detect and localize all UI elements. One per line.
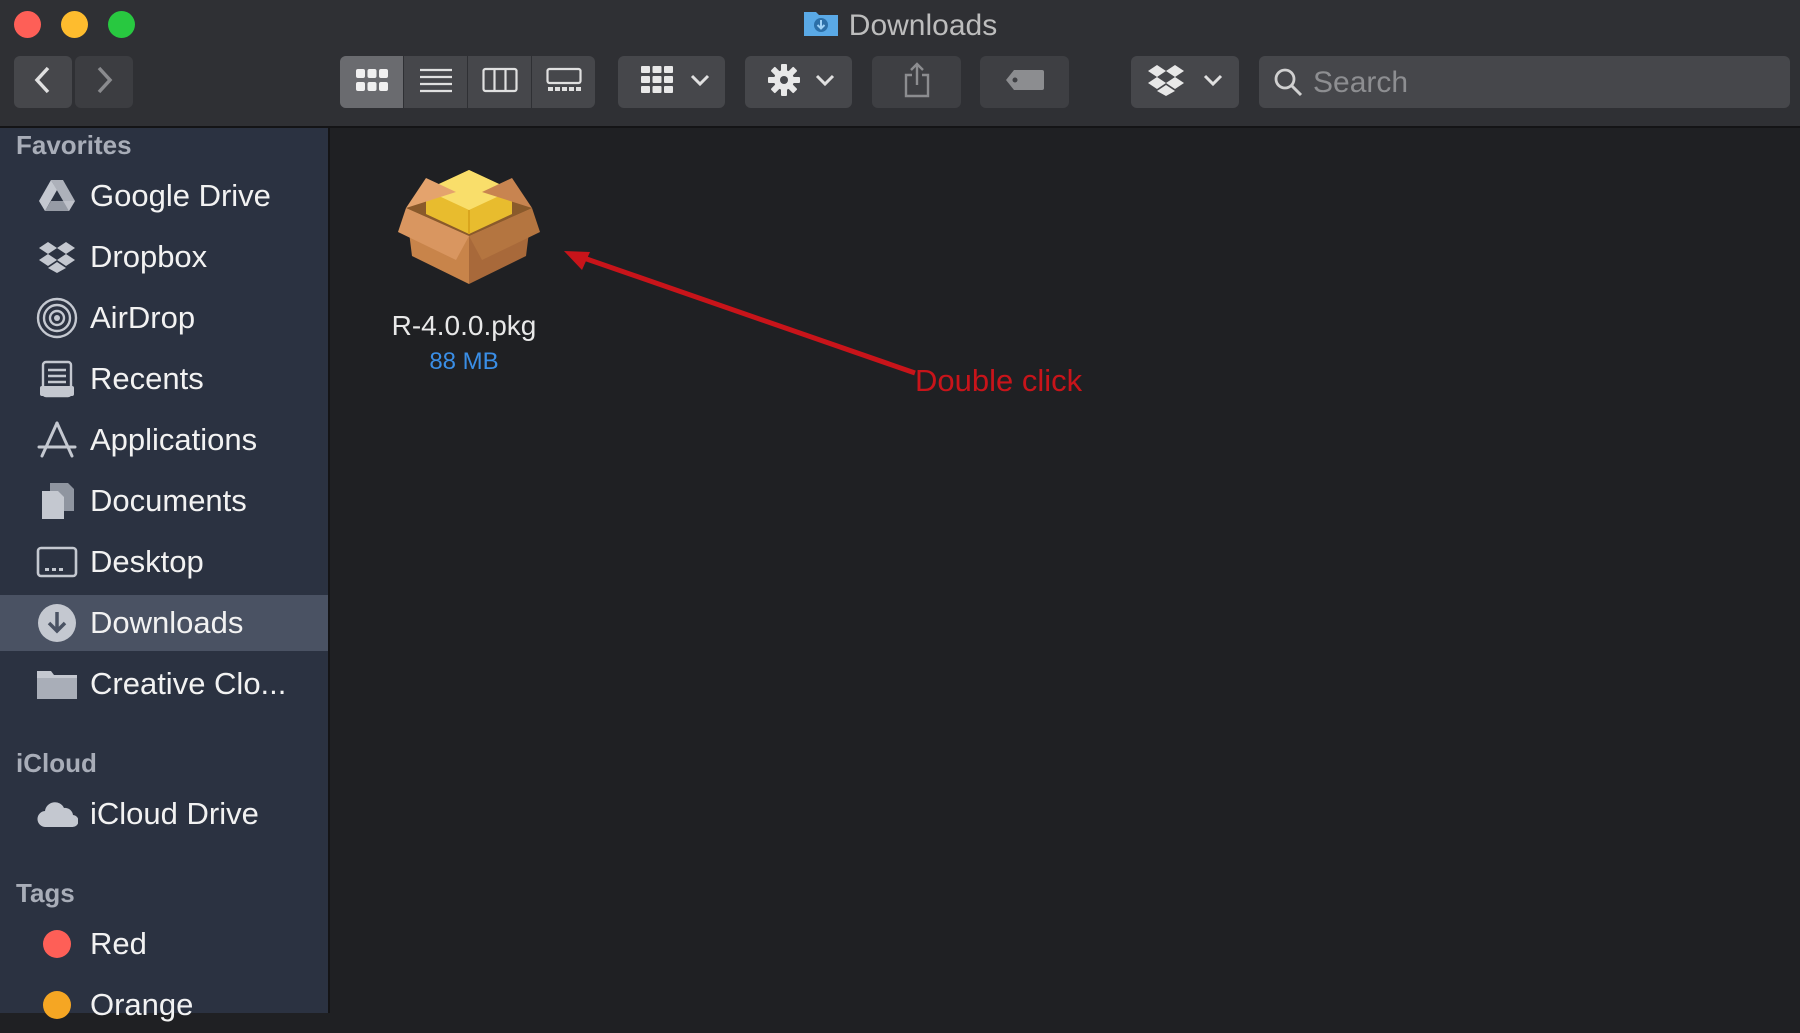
- back-button[interactable]: [14, 56, 72, 108]
- sidebar-item-label: Red: [90, 926, 147, 961]
- documents-icon: [36, 481, 78, 521]
- list-view-button[interactable]: [404, 56, 468, 108]
- sidebar-item-label: Google Drive: [90, 178, 271, 213]
- sidebar-item-downloads[interactable]: Downloads: [0, 595, 328, 651]
- sidebar-item-label: Downloads: [90, 605, 244, 640]
- window-title: Downloads: [0, 6, 1800, 48]
- chevron-right-icon: [93, 65, 115, 100]
- window-title-text: Downloads: [848, 9, 998, 42]
- dropbox-menu-button[interactable]: [1131, 56, 1239, 108]
- recents-icon: [36, 359, 78, 399]
- view-mode-control: [340, 56, 595, 108]
- file-item[interactable]: R-4.0.0.pkg 88 MB: [364, 150, 564, 390]
- forward-button[interactable]: [75, 56, 133, 108]
- tags-header: Tags: [16, 878, 75, 908]
- sidebar-item-applications[interactable]: Applications: [0, 412, 328, 468]
- finder-window: Downloads Search Favorites Google Drive …: [0, 0, 1800, 1022]
- chevron-down-icon: [815, 73, 835, 92]
- desktop-icon: [36, 542, 78, 582]
- sidebar-item-recents[interactable]: Recents: [0, 351, 328, 407]
- sidebar-item-label: Creative Clo...: [90, 666, 287, 701]
- sidebar-item-label: Recents: [90, 361, 204, 396]
- favorites-header: Favorites: [16, 130, 132, 160]
- sidebar-item-documents[interactable]: Documents: [0, 473, 328, 529]
- google-drive-icon: [36, 176, 78, 216]
- file-size: 88 MB: [429, 348, 499, 375]
- group-by-button[interactable]: [618, 56, 725, 108]
- group-grid-icon: [640, 65, 674, 100]
- icon-view-button[interactable]: [340, 56, 404, 108]
- sidebar-tag-red[interactable]: Red: [0, 916, 328, 972]
- file-name: R-4.0.0.pkg: [391, 310, 537, 341]
- dropbox-icon: [1147, 63, 1185, 102]
- search-icon: [1273, 67, 1303, 102]
- sidebar-item-label: iCloud Drive: [90, 796, 259, 831]
- annotation-arrow-icon: [564, 251, 916, 376]
- downloads-icon: [36, 603, 78, 643]
- downloads-folder-icon: [803, 7, 839, 48]
- search-input[interactable]: [1311, 56, 1775, 110]
- file-browser-content: R-4.0.0.pkg 88 MB Double click: [330, 128, 1800, 1013]
- sidebar-item-creative-cloud[interactable]: Creative Clo...: [0, 656, 328, 712]
- share-icon: [903, 61, 931, 103]
- tag-icon: [1004, 68, 1046, 97]
- search-field[interactable]: [1259, 56, 1790, 110]
- chevron-left-icon: [32, 65, 54, 100]
- sidebar-item-label: AirDrop: [90, 300, 196, 335]
- icloud-header: iCloud: [16, 748, 97, 778]
- applications-icon: [36, 420, 78, 460]
- chevron-down-icon: [690, 73, 710, 92]
- sidebar-item-airdrop[interactable]: AirDrop: [0, 290, 328, 346]
- sidebar-item-label: Documents: [90, 483, 247, 518]
- sidebar: Favorites Google Drive Dropbox AirDrop R…: [0, 128, 330, 1022]
- cloud-icon: [36, 794, 78, 834]
- sidebar-item-label: Applications: [90, 422, 258, 457]
- red-tag-dot-icon: [36, 924, 78, 964]
- sidebar-item-label: Dropbox: [90, 239, 208, 274]
- column-view-button[interactable]: [468, 56, 532, 108]
- sidebar-item-label: Desktop: [90, 544, 204, 579]
- folder-icon: [36, 664, 78, 704]
- chevron-down-icon: [1203, 73, 1223, 92]
- sidebar-item-google-drive[interactable]: Google Drive: [0, 168, 328, 224]
- airdrop-icon: [36, 297, 78, 339]
- sidebar-item-dropbox[interactable]: Dropbox: [0, 229, 328, 285]
- columns-icon: [481, 67, 518, 98]
- sidebar-item-icloud-drive[interactable]: iCloud Drive: [0, 786, 328, 842]
- edit-tags-button[interactable]: [980, 56, 1069, 108]
- sidebar-item-label: Orange: [90, 987, 194, 1022]
- gear-icon: [767, 63, 801, 102]
- sidebar-tag-orange[interactable]: Orange: [0, 977, 328, 1033]
- annotation-label: Double click: [915, 363, 1083, 398]
- gallery-view-button[interactable]: [532, 56, 595, 108]
- orange-tag-dot-icon: [36, 985, 78, 1025]
- share-button[interactable]: [872, 56, 961, 108]
- action-menu-button[interactable]: [745, 56, 852, 108]
- grid-icon: [355, 67, 389, 98]
- sidebar-item-desktop[interactable]: Desktop: [0, 534, 328, 590]
- dropbox-icon: [36, 237, 78, 277]
- package-icon: [396, 150, 542, 295]
- gallery-icon: [545, 67, 582, 98]
- list-icon: [419, 67, 453, 98]
- toolbar: Downloads: [0, 0, 1800, 128]
